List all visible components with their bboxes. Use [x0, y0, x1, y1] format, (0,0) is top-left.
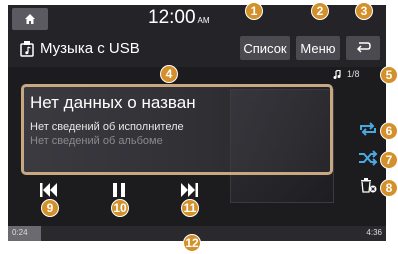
back-icon [356, 42, 371, 53]
music-note-icon [333, 69, 341, 79]
clock: 12:00 AM [148, 7, 210, 29]
callout-marker-7: 7 [380, 151, 398, 169]
shuffle-icon[interactable] [358, 150, 378, 166]
usb-music-icon [20, 41, 34, 57]
menu-button[interactable]: Меню [296, 36, 340, 60]
callout-marker-12: 12 [183, 234, 201, 252]
elapsed-time: 0:24 [12, 228, 28, 237]
track-info-box: Нет данных о назван Нет сведений об испо… [21, 84, 333, 175]
list-button[interactable]: Список [240, 36, 290, 60]
repeat-icon[interactable] [358, 121, 378, 137]
pause-button[interactable] [108, 181, 130, 199]
album-name: Нет сведений об альбоме [30, 135, 163, 147]
previous-track-button[interactable] [38, 181, 60, 199]
top-bar: 12:00 AM Музыка с USB Список Меню [8, 5, 386, 67]
total-time: 4:36 [366, 228, 382, 237]
home-button[interactable] [12, 8, 48, 30]
track-counter: 1/8 [333, 69, 360, 79]
next-track-button[interactable] [178, 181, 200, 199]
callout-marker-9: 9 [41, 199, 59, 217]
source-title: Музыка с USB [40, 40, 140, 57]
callout-marker-1: 1 [245, 2, 263, 20]
callout-marker-5: 5 [380, 66, 398, 84]
callout-marker-11: 11 [181, 199, 199, 217]
callout-marker-4: 4 [160, 65, 178, 83]
callout-marker-3: 3 [355, 2, 373, 20]
clock-ampm: AM [197, 16, 210, 25]
callout-marker-10: 10 [111, 199, 129, 217]
callout-marker-2: 2 [311, 2, 329, 20]
track-counter-text: 1/8 [347, 69, 360, 79]
delete-icon[interactable] [358, 177, 378, 193]
artist-name: Нет сведений об исполнителе [30, 121, 184, 133]
song-title: Нет данных о назван [30, 93, 196, 112]
clock-time: 12:00 [148, 7, 196, 28]
back-button[interactable] [346, 36, 380, 60]
screen: 12:00 AM Музыка с USB Список Меню 1/8 Не… [0, 0, 398, 254]
callout-marker-6: 6 [380, 122, 398, 140]
callout-marker-8: 8 [380, 179, 398, 197]
home-icon [25, 14, 35, 24]
